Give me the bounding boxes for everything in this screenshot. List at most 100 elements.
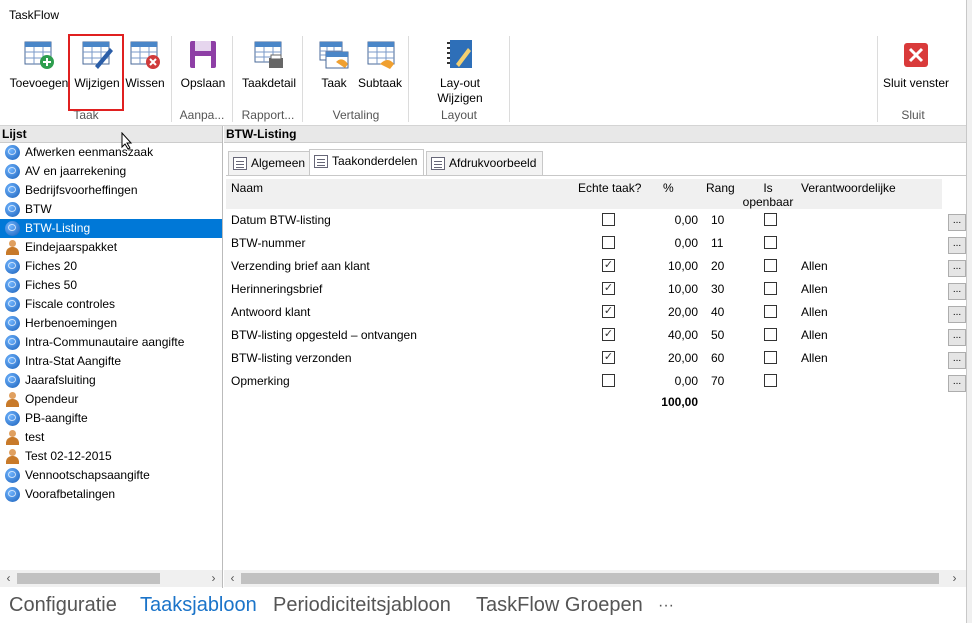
- list-item[interactable]: Voorafbetalingen: [0, 485, 222, 504]
- public-checkbox[interactable]: [764, 374, 777, 387]
- public-checkbox[interactable]: [764, 236, 777, 249]
- list-item[interactable]: Intra-Stat Aangifte: [0, 352, 222, 371]
- add-button[interactable]: Toevoegen: [8, 38, 70, 91]
- nav-taskflow-groepen[interactable]: TaskFlow Groepen: [476, 594, 643, 617]
- list-item-label: Herbenoemingen: [25, 316, 118, 330]
- public-checkbox[interactable]: [764, 351, 777, 364]
- tab-label: Algemeen: [251, 156, 306, 170]
- public-checkbox[interactable]: [764, 213, 777, 226]
- more-icon[interactable]: ···: [658, 597, 674, 615]
- row-options-button[interactable]: ...: [948, 306, 966, 323]
- real-task-checkbox[interactable]: ✓: [602, 328, 615, 341]
- save-icon: [187, 38, 219, 72]
- scrollbar-thumb[interactable]: [241, 573, 939, 584]
- row-options-button[interactable]: ...: [948, 260, 966, 277]
- taskdetail-button[interactable]: Taakdetail: [238, 38, 300, 91]
- real-task-checkbox[interactable]: [602, 374, 615, 387]
- row-options-button[interactable]: ...: [948, 283, 966, 300]
- public-checkbox[interactable]: [764, 328, 777, 341]
- list-header: Lijst: [0, 126, 222, 143]
- real-task-checkbox[interactable]: ✓: [602, 351, 615, 364]
- detail-pane: BTW-Listing Algemeen Taakonderdelen Afdr…: [224, 126, 966, 588]
- row-options-button[interactable]: ...: [948, 237, 966, 254]
- list-item[interactable]: Opendeur: [0, 390, 222, 409]
- list-item[interactable]: PB-aangifte: [0, 409, 222, 428]
- list-item[interactable]: Intra-Communautaire aangifte: [0, 333, 222, 352]
- list-item[interactable]: test: [0, 428, 222, 447]
- real-task-checkbox[interactable]: [602, 236, 615, 249]
- group-separator: [509, 36, 510, 122]
- real-task-checkbox[interactable]: ✓: [602, 259, 615, 272]
- row-name: Opmerking: [231, 374, 290, 388]
- row-options-button[interactable]: ...: [948, 329, 966, 346]
- list-item[interactable]: BTW-Listing: [0, 219, 222, 238]
- row-responsible: Allen: [801, 282, 828, 296]
- row-name: BTW-nummer: [231, 236, 306, 250]
- list-item[interactable]: Jaarafsluiting: [0, 371, 222, 390]
- table-row[interactable]: Opmerking 0,00 70...: [226, 370, 966, 393]
- group-label-report: Rapport...: [241, 108, 295, 122]
- list-pane: Lijst Afwerken eenmanszaak AV en jaarreke…: [0, 126, 223, 588]
- person-icon: [6, 430, 19, 445]
- real-task-checkbox[interactable]: [602, 213, 615, 226]
- translate-subtask-icon: [364, 38, 396, 72]
- row-rank: 40: [711, 305, 725, 319]
- tab-algemeen[interactable]: Algemeen: [228, 151, 313, 175]
- add-table-icon: [23, 38, 55, 72]
- save-button[interactable]: Opslaan: [178, 38, 228, 91]
- list-item[interactable]: Herbenoemingen: [0, 314, 222, 333]
- nav-taaksjabloon[interactable]: Taaksjabloon: [140, 594, 257, 617]
- tab-afdrukvoorbeeld[interactable]: Afdrukvoorbeeld: [426, 151, 544, 175]
- table-row[interactable]: BTW-listing opgesteld – ontvangen ✓ 40,00 5…: [226, 324, 966, 347]
- public-checkbox[interactable]: [764, 259, 777, 272]
- list-horizontal-scrollbar[interactable]: ‹ ›: [0, 570, 222, 587]
- scroll-left-icon[interactable]: ‹: [224, 570, 241, 587]
- grid-horizontal-scrollbar[interactable]: ‹ ›: [224, 570, 966, 587]
- list-item[interactable]: Bedrijfsvoorheffingen: [0, 181, 222, 200]
- table-row[interactable]: Herinneringsbrief ✓ 10,00 30 Allen...: [226, 278, 966, 301]
- list-item[interactable]: Test 02-12-2015: [0, 447, 222, 466]
- list-item-label: Test 02-12-2015: [25, 449, 112, 463]
- table-row[interactable]: Datum BTW-listing 0,00 10...: [226, 209, 966, 232]
- list-item[interactable]: AV en jaarrekening: [0, 162, 222, 181]
- public-checkbox[interactable]: [764, 305, 777, 318]
- table-row[interactable]: Verzending brief aan klant ✓ 10,00 20 Allen.…: [226, 255, 966, 278]
- public-checkbox[interactable]: [764, 282, 777, 295]
- list-item[interactable]: Afwerken eenmanszaak: [0, 143, 222, 162]
- group-separator: [302, 36, 303, 122]
- list-item-label: Vennootschapsaangifte: [25, 468, 150, 482]
- edit-button-highlight: [68, 34, 124, 111]
- table-row[interactable]: BTW-nummer 0,00 11...: [226, 232, 966, 255]
- row-options-button[interactable]: ...: [948, 352, 966, 369]
- list-item[interactable]: Fiches 20: [0, 257, 222, 276]
- close-window-button[interactable]: Sluit venster: [880, 38, 952, 91]
- scroll-right-icon[interactable]: ›: [205, 570, 222, 587]
- nav-configuratie[interactable]: Configuratie: [9, 594, 117, 617]
- list-item[interactable]: Eindejaarspakket: [0, 238, 222, 257]
- translate-task-button[interactable]: Taak: [314, 38, 354, 91]
- real-task-checkbox[interactable]: ✓: [602, 305, 615, 318]
- real-task-checkbox[interactable]: ✓: [602, 282, 615, 295]
- list-item-label: Afwerken eenmanszaak: [25, 145, 154, 159]
- tab-taakonderdelen[interactable]: Taakonderdelen: [309, 149, 425, 175]
- list-item[interactable]: Vennootschapsaangifte: [0, 466, 222, 485]
- globe-icon: [5, 354, 20, 369]
- row-options-button[interactable]: ...: [948, 375, 966, 392]
- globe-icon: [5, 411, 20, 426]
- table-row[interactable]: Antwoord klant ✓ 20,00 40 Allen...: [226, 301, 966, 324]
- nav-periodiciteitsjabloon[interactable]: Periodiciteitsjabloon: [273, 594, 451, 617]
- delete-button[interactable]: Wissen: [124, 38, 166, 91]
- scroll-right-icon[interactable]: ›: [946, 570, 963, 587]
- group-separator: [171, 36, 172, 122]
- row-name: Herinneringsbrief: [231, 282, 323, 296]
- scroll-left-icon[interactable]: ‹: [0, 570, 17, 587]
- list-item[interactable]: Fiscale controles: [0, 295, 222, 314]
- row-options-button[interactable]: ...: [948, 214, 966, 231]
- list-item[interactable]: Fiches 50: [0, 276, 222, 295]
- scrollbar-thumb[interactable]: [17, 573, 160, 584]
- translate-subtask-button[interactable]: Subtaak: [356, 38, 404, 91]
- list-item-label: Fiches 50: [25, 278, 78, 292]
- list-item[interactable]: BTW: [0, 200, 222, 219]
- table-row[interactable]: BTW-listing verzonden ✓ 20,00 60 Allen...: [226, 347, 966, 370]
- change-layout-button[interactable]: Lay-out Wijzigen: [428, 38, 492, 106]
